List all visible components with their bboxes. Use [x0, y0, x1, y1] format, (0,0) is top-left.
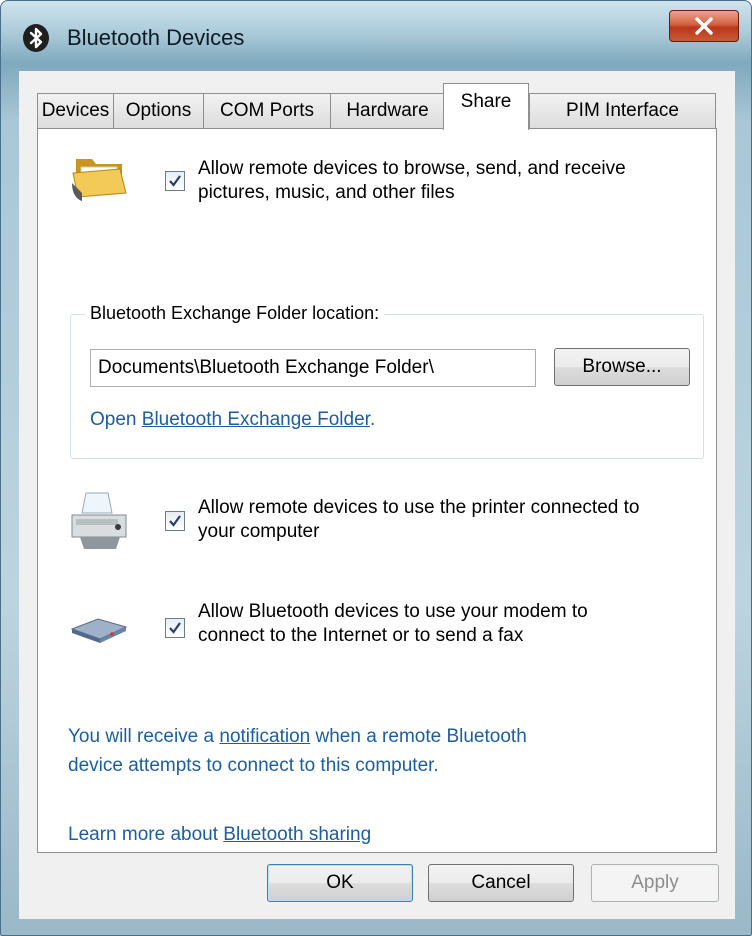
allow-modem-sharing-label-line1: Allow Bluetooth devices to use your mode…	[198, 601, 588, 622]
learn-more-line: Learn more about Bluetooth sharing	[68, 820, 688, 849]
allow-file-sharing-checkbox[interactable]	[165, 171, 185, 191]
bluetooth-sharing-help-link[interactable]: Bluetooth sharing	[223, 824, 371, 845]
tab-options[interactable]: Options	[113, 93, 204, 129]
notification-link[interactable]: notification	[219, 726, 310, 747]
dialog-window: Bluetooth Devices Devices Options COM Po…	[0, 0, 752, 936]
tab-hardware[interactable]: Hardware	[330, 93, 445, 129]
tab-pim-interface[interactable]: PIM Interface	[529, 93, 716, 129]
title-bar[interactable]: Bluetooth Devices	[1, 1, 752, 71]
checkmark-icon	[169, 622, 181, 634]
learn-more-prefix: Learn more about	[68, 824, 224, 845]
notification-info-text: You will receive a notification when a r…	[68, 722, 688, 780]
allow-modem-sharing-checkbox[interactable]	[165, 618, 185, 638]
exchange-folder-path-field[interactable]: Documents\Bluetooth Exchange Folder\	[90, 349, 536, 387]
close-button[interactable]	[669, 10, 739, 42]
open-folder-suffix: .	[369, 409, 376, 430]
allow-modem-sharing-label-line2: connect to the Internet or to send a fax	[198, 625, 524, 646]
notification-suffix: when a remote Bluetooth	[310, 726, 527, 747]
printer-icon	[68, 489, 130, 555]
tab-devices[interactable]: Devices	[37, 93, 114, 129]
browse-button[interactable]: Browse...	[554, 348, 690, 386]
allow-printer-sharing-label-line1: Allow remote devices to use the printer …	[198, 497, 640, 518]
bluetooth-icon	[23, 24, 49, 52]
dialog-client-area: Devices Options COM Ports Hardware Share…	[19, 71, 735, 919]
modem-icon	[68, 613, 130, 647]
open-folder-line: Open Bluetooth Exchange Folder.	[90, 409, 375, 431]
allow-file-sharing-label-line2: pictures, music, and other files	[198, 182, 455, 203]
tab-com-ports[interactable]: COM Ports	[203, 93, 331, 129]
allow-file-sharing-label-line1: Allow remote devices to browse, send, an…	[198, 158, 626, 179]
allow-printer-sharing-label-line2: your computer	[198, 521, 320, 542]
open-exchange-folder-link[interactable]: Bluetooth Exchange Folder	[142, 409, 370, 430]
share-tab-panel: Allow remote devices to browse, send, an…	[37, 128, 717, 853]
checkmark-icon	[169, 515, 181, 527]
notification-line2: device attempts to connect to this compu…	[68, 755, 439, 776]
window-title: Bluetooth Devices	[67, 25, 245, 50]
allow-printer-sharing-checkbox[interactable]	[165, 511, 185, 531]
checkmark-icon	[169, 175, 181, 187]
open-folder-prefix: Open	[90, 409, 142, 430]
apply-button[interactable]: Apply	[591, 864, 719, 902]
close-icon	[695, 17, 713, 35]
folder-icon	[70, 149, 130, 203]
exchange-folder-group-label: Bluetooth Exchange Folder location:	[85, 303, 385, 324]
tab-strip: Devices Options COM Ports Hardware Share…	[19, 81, 735, 130]
cancel-button[interactable]: Cancel	[428, 864, 574, 902]
ok-button[interactable]: OK	[267, 864, 413, 902]
tab-share[interactable]: Share	[443, 83, 529, 130]
notification-prefix: You will receive a	[68, 726, 220, 747]
